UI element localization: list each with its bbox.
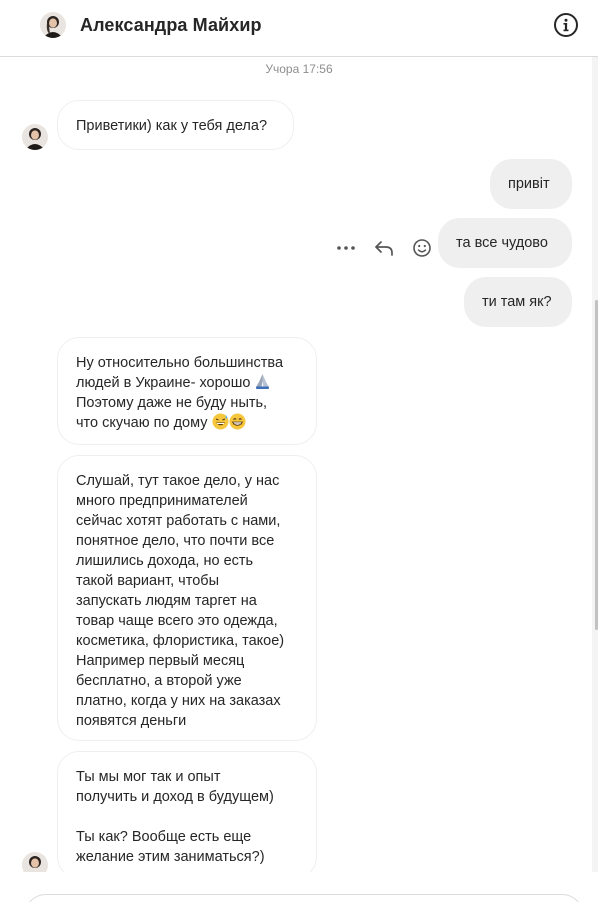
more-horizontal-icon[interactable] <box>333 235 359 261</box>
message-line: Ну относительно большинства <box>76 355 284 371</box>
contact-avatar[interactable] <box>40 12 66 38</box>
message-line: людей в Украине- хорошо <box>76 373 298 393</box>
message-bubble-outgoing[interactable]: та все чудово <box>438 218 572 268</box>
message-composer[interactable] <box>24 894 584 902</box>
sender-avatar[interactable] <box>22 124 48 150</box>
reply-arrow-icon[interactable] <box>371 235 397 261</box>
message-line: Поэтому даже не буду ныть, <box>76 395 268 411</box>
message-bubble-incoming[interactable]: Приветики) как у тебя дела? <box>57 100 294 150</box>
message-text: что скучаю по дому <box>76 415 208 431</box>
grinning-sweat-emoji <box>212 413 229 430</box>
message-thread[interactable]: Учора 17:56 Приветики) как у тебя дела? … <box>0 57 598 872</box>
message-bubble-incoming[interactable]: Ну относительно большинства людей в Укра… <box>57 337 317 445</box>
message-text: людей в Украине- хорошо <box>76 375 251 391</box>
message-actions <box>333 235 435 261</box>
message-bubble-incoming[interactable]: Слушай, тут такое дело, у нас много пред… <box>57 455 317 741</box>
message-line: что скучаю по дому <box>76 413 298 433</box>
message-bubble-outgoing[interactable]: ти там як? <box>464 277 572 327</box>
conversation-header: Александра Майхир <box>0 0 598 57</box>
direct-message-window: Александра Майхир Учора 17:56 Приветики)… <box>0 0 598 902</box>
beaming-grin-emoji <box>229 413 246 430</box>
sender-avatar[interactable] <box>22 852 48 872</box>
message-bubble-incoming[interactable]: Ты мы мог так и опыт получить и доход в … <box>57 751 317 872</box>
folded-hands-emoji <box>254 373 271 390</box>
info-circle-icon[interactable] <box>553 12 579 38</box>
message-timestamp: Учора 17:56 <box>265 62 333 76</box>
contact-name[interactable]: Александра Майхир <box>80 15 262 36</box>
message-bubble-outgoing[interactable]: привіт <box>490 159 572 209</box>
smiley-icon[interactable] <box>409 235 435 261</box>
